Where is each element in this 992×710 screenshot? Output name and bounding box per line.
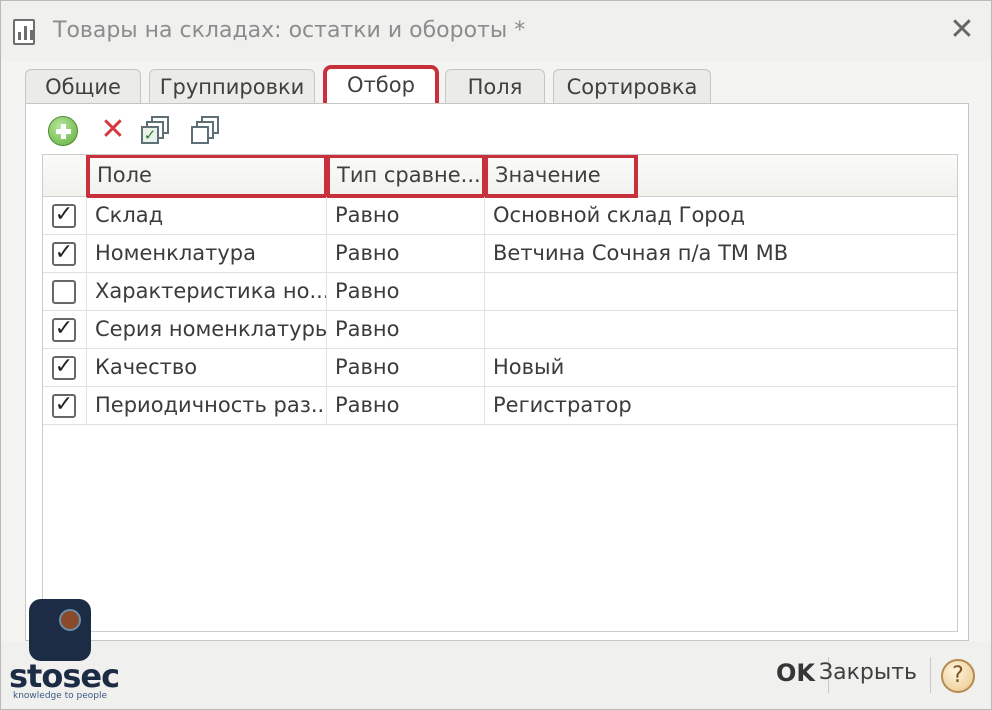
filter-panel: ✕ ✓ Поле Тип сравне... Значение ✓ Склад Ра… [25,103,969,641]
table-row[interactable]: ✓ Номенклатура Равно Ветчина Сочная п/а ТМ … [43,235,957,273]
row-checkbox[interactable] [52,280,76,304]
comparison-cell[interactable]: Равно [327,387,485,425]
tab-groupings[interactable]: Группировки [149,69,315,105]
field-cell[interactable]: Характеристика но... [87,273,327,311]
table-row[interactable]: ✓ Качество Равно Новый [43,349,957,387]
tab-sorting[interactable]: Сортировка [553,69,711,105]
header-field[interactable]: Поле [86,155,328,198]
watermark-logo: stosec knowledge to people [7,587,120,707]
tab-general[interactable]: Общие [25,69,141,105]
add-icon[interactable] [48,116,78,146]
close-icon[interactable]: ✕ [947,15,977,45]
field-cell[interactable]: Номенклатура [87,235,327,273]
row-checkbox[interactable]: ✓ [52,394,76,418]
divider [930,657,931,693]
table-header: Поле Тип сравне... Значение [43,155,957,198]
filter-table: Поле Тип сравне... Значение ✓ Склад Равно О… [42,154,958,632]
checkbox-cell: ✓ [43,311,87,349]
report-icon [13,19,35,45]
value-cell[interactable]: Основной склад Город [485,197,957,235]
header-filler [637,155,957,197]
window-title: Товары на складах: остатки и обороты * [53,18,526,43]
field-cell[interactable]: Склад [87,197,327,235]
value-cell[interactable] [485,311,957,349]
checkbox-cell: ✓ [43,387,87,425]
row-checkbox[interactable]: ✓ [52,204,76,228]
title-bar: Товары на складах: остатки и обороты * ✕ [1,1,991,61]
row-checkbox[interactable]: ✓ [52,318,76,342]
close-button[interactable]: Закрыть [819,660,917,685]
ok-button[interactable]: OK [776,659,815,687]
check-all-icon[interactable]: ✓ [141,116,171,146]
report-settings-window: Товары на складах: остатки и обороты * ✕… [0,0,992,710]
comparison-cell[interactable]: Равно [327,311,485,349]
comparison-cell[interactable]: Равно [327,197,485,235]
table-row[interactable]: Характеристика но... Равно [43,273,957,311]
watermark-subtext: knowledge to people [13,691,108,701]
logo-head-icon [29,599,91,661]
table-row[interactable]: ✓ Серия номенклатуры Равно [43,311,957,349]
table-row[interactable]: ✓ Склад Равно Основной склад Город [43,197,957,235]
checkbox-cell: ✓ [43,349,87,387]
row-checkbox[interactable]: ✓ [52,356,76,380]
header-checkbox-column [43,155,87,197]
checkbox-cell: ✓ [43,197,87,235]
checkbox-cell: ✓ [43,235,87,273]
field-cell[interactable]: Периодичность раз... [87,387,327,425]
checkbox-cell [43,273,87,311]
tab-fields[interactable]: Поля [445,69,545,105]
value-cell[interactable]: Новый [485,349,957,387]
field-cell[interactable]: Качество [87,349,327,387]
header-value[interactable]: Значение [484,155,638,198]
help-icon[interactable]: ? [941,659,975,693]
tab-filter[interactable]: Отбор [323,65,439,109]
value-cell[interactable]: Ветчина Сочная п/а ТМ МВ [485,235,957,273]
delete-icon[interactable]: ✕ [98,115,128,146]
uncheck-all-icon[interactable] [191,116,221,146]
value-cell[interactable] [485,273,957,311]
comparison-cell[interactable]: Равно [327,349,485,387]
row-checkbox[interactable]: ✓ [52,242,76,266]
field-cell[interactable]: Серия номенклатуры [87,311,327,349]
watermark-text: stosec [9,657,120,695]
comparison-cell[interactable]: Равно [327,235,485,273]
header-comparison-type[interactable]: Тип сравне... [326,155,486,198]
value-cell[interactable]: Регистратор [485,387,957,425]
comparison-cell[interactable]: Равно [327,273,485,311]
table-row[interactable]: ✓ Периодичность раз... Равно Регистратор [43,387,957,425]
bottom-bar: OK Закрыть ? [1,641,991,709]
